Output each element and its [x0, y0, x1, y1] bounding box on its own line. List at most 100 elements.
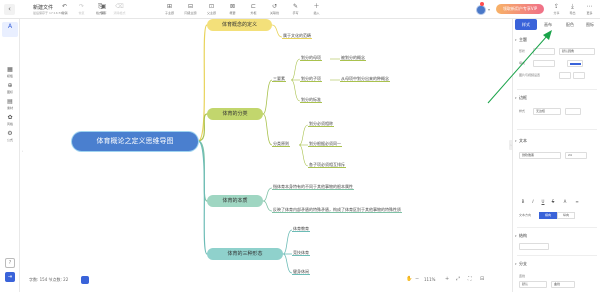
save-button[interactable]: ▣ 保存: [95, 2, 112, 17]
undo-label: 撤销: [61, 11, 68, 15]
subtopic-division-standard[interactable]: 划分的标准: [300, 97, 322, 103]
sidebar-item-formula[interactable]: ⚙ 公式: [2, 129, 18, 144]
undo-button[interactable]: ↶ 撤销: [56, 2, 73, 17]
chevron-down-icon[interactable]: ▾: [515, 38, 517, 42]
mindmap-canvas[interactable]: 体育概论之定义思维导图 体育概念的定义 属于文化的范畴 体育的分类 三要素 划分…: [20, 19, 509, 292]
main-topic-three-forms[interactable]: 体育的三种形态: [207, 248, 283, 260]
subtopic-child-item[interactable]: 划分的子项: [300, 76, 322, 82]
chevron-down-icon[interactable]: ▾: [488, 7, 490, 12]
subtopic-classification-principles[interactable]: 分类原则: [272, 141, 290, 147]
fill-type-select[interactable]: [533, 60, 555, 67]
underline-icon[interactable]: U: [539, 198, 547, 205]
sidebar-item-icons[interactable]: ⊕ 图标: [2, 81, 18, 96]
sidebar-item-templates[interactable]: ▦ 模板: [2, 65, 18, 80]
image-setting-b[interactable]: [573, 72, 585, 79]
outline-toggle-icon[interactable]: ⇥: [5, 272, 15, 282]
sidebar-item-assets[interactable]: ▤ 素材: [2, 97, 18, 112]
shape-select[interactable]: 默认圆角: [559, 48, 595, 55]
export-icon: ⤓: [571, 3, 574, 10]
back-button[interactable]: ‹: [4, 4, 15, 15]
direction-vertical-button[interactable]: 纵向: [557, 212, 575, 219]
layout-icon[interactable]: ⊟: [480, 276, 484, 282]
border-width-input[interactable]: [565, 108, 581, 115]
image-setting-a[interactable]: [559, 72, 571, 79]
tab-color-scheme[interactable]: 配色: [559, 19, 581, 30]
subtopic-essence-2[interactable]: 反映了体育内部矛盾的特殊矛盾，构成了体育区别于其他事物的特殊性质: [272, 207, 402, 213]
more-button[interactable]: ⋯ 更多: [581, 2, 598, 17]
share-label: 分享: [553, 11, 560, 15]
insert-button[interactable]: ＋插入: [308, 2, 325, 17]
main-topic-classification[interactable]: 体育的分类: [207, 108, 263, 120]
sidebar-item-styles[interactable]: ✿ 风格: [2, 113, 18, 128]
fullscreen-icon[interactable]: ⛶: [468, 276, 472, 282]
more-icon: ⋯: [586, 3, 593, 10]
subtopic-species-concept[interactable]: 从母项中划分出来的种概念: [340, 76, 390, 82]
redo-button[interactable]: ↷ 恢复: [73, 2, 90, 17]
shape-preview[interactable]: [533, 48, 555, 55]
chevron-down-icon[interactable]: ▾: [515, 139, 517, 143]
export-button[interactable]: ⤓ 导出: [564, 2, 581, 17]
share-button[interactable]: ⇪ 分享: [548, 2, 565, 17]
structure-select[interactable]: [519, 243, 549, 250]
subtopic-essence-1[interactable]: 指体育本身特有的不同于其他事物的根本属性: [272, 184, 354, 190]
fill-color-swatch[interactable]: [567, 60, 583, 67]
tab-style[interactable]: 样式: [515, 19, 537, 30]
strikethrough-icon[interactable]: S: [549, 198, 557, 205]
zoom-out-icon[interactable]: −: [415, 276, 419, 282]
zoom-in-icon[interactable]: +: [445, 276, 449, 282]
document-title[interactable]: 新建文件: [33, 4, 53, 11]
main-topic-definition[interactable]: 体育概念的定义: [207, 19, 272, 31]
help-icon[interactable]: ?: [5, 258, 15, 268]
chevron-down-icon[interactable]: ▾: [515, 96, 517, 100]
italic-icon[interactable]: I: [529, 198, 537, 205]
subtopic-principle-1[interactable]: 划分必须相称: [308, 121, 334, 127]
relation-line-button[interactable]: ↺ 关联线: [266, 2, 283, 17]
sibling-topic-button[interactable]: ⊟ 同级主题: [182, 2, 199, 17]
section-structure-title: 结构: [519, 233, 527, 238]
outline-icon[interactable]: [81, 276, 89, 284]
summary-label: 概要: [229, 11, 236, 15]
sidebar-item-label: 风格: [6, 122, 13, 126]
export-label: 导出: [569, 11, 576, 15]
root-topic[interactable]: 体育概论之定义思维导图: [72, 132, 198, 151]
main-topic-essence[interactable]: 体育的本质: [207, 195, 263, 207]
clear-format-button[interactable]: ⌫ 清除格式: [111, 2, 128, 17]
text-color-icon[interactable]: A: [561, 198, 569, 205]
font-size-select[interactable]: 24: [565, 152, 587, 159]
subtopic-principle-3[interactable]: 各子项必须相互排斥: [308, 162, 346, 168]
subtopic-culture-category[interactable]: 属于文化的范畴: [282, 33, 312, 39]
divider: [517, 89, 597, 90]
zoom-level[interactable]: 111%: [424, 277, 435, 282]
summary-button[interactable]: ⊠ 概要: [224, 2, 241, 17]
handwrite-label: 手写: [292, 11, 299, 15]
subtopic-divided-concept[interactable]: 被划分的概念: [340, 55, 366, 61]
sidebar-item-text-style[interactable]: A: [2, 22, 18, 37]
font-family-select[interactable]: 微软雅黑: [519, 152, 561, 159]
child-topic-button[interactable]: ⊞ 子主题: [161, 2, 178, 17]
tab-icons[interactable]: 图标: [579, 19, 600, 30]
border-style-select[interactable]: 无边框: [533, 108, 561, 115]
link-yuanze-3: [298, 144, 309, 167]
handwrite-button[interactable]: ✎ 手写: [287, 2, 304, 17]
subtopic-pe-education[interactable]: 体育教育: [292, 226, 310, 232]
divider: [517, 255, 597, 256]
subtopic-principle-2[interactable]: 划分根据必须同一: [308, 141, 342, 147]
subtopic-three-elements[interactable]: 三要素: [272, 76, 286, 82]
bold-icon[interactable]: B: [519, 198, 527, 205]
chevron-down-icon[interactable]: ▾: [515, 262, 517, 266]
vip-promo-button[interactable]: 领取新用户专享VIP: [496, 4, 544, 14]
branch-line-select[interactable]: 默认: [519, 281, 547, 288]
boundary-icon: ⊏: [250, 3, 257, 10]
subtopic-parent-item[interactable]: 划分的母项: [300, 55, 322, 61]
chevron-down-icon[interactable]: ▾: [515, 234, 517, 238]
avatar[interactable]: [476, 5, 486, 15]
align-icon[interactable]: ≡: [573, 198, 581, 205]
boundary-button[interactable]: ⊏ 外框: [245, 2, 262, 17]
fit-screen-icon[interactable]: ⤢: [456, 276, 460, 282]
branch-curve-select[interactable]: 曲线: [551, 281, 575, 288]
subtopic-competitive-sports[interactable]: 竞技体育: [292, 250, 310, 256]
direction-horizontal-button[interactable]: 横向: [539, 212, 557, 219]
parent-topic-button[interactable]: ⊡ 父主题: [203, 2, 220, 17]
tab-canvas[interactable]: 画布: [537, 19, 559, 30]
hand-tool-icon[interactable]: ✋: [406, 276, 412, 282]
